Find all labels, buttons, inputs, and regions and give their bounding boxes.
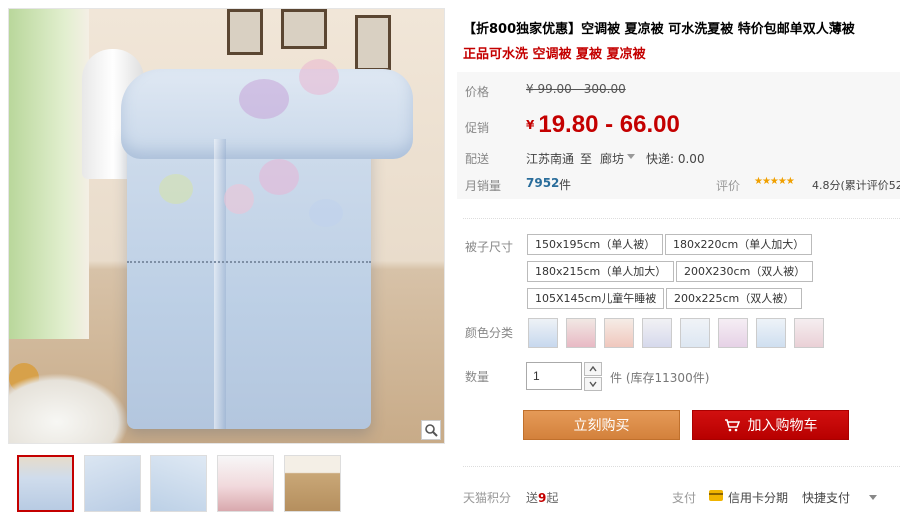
shipping-to-word: 至 — [580, 152, 593, 166]
monthly-sales-label: 月销量 — [465, 179, 502, 193]
size-option[interactable]: 180x215cm（单人加大） — [527, 261, 675, 282]
quilt-flower-pattern — [299, 59, 339, 95]
size-label: 被子尺寸 — [465, 240, 514, 254]
quilt-body — [127, 129, 371, 429]
quilt-stitch-line — [127, 261, 371, 263]
quilt-flower-pattern — [309, 199, 343, 227]
buy-now-button[interactable]: 立刻购买 — [523, 410, 680, 440]
stock-count: (库存11300件) — [625, 371, 710, 385]
currency-symbol: ¥ — [526, 118, 535, 132]
color-label: 颜色分类 — [465, 326, 514, 340]
points-prefix: 送 — [526, 491, 539, 505]
quantity-increase-button[interactable] — [584, 362, 602, 376]
product-title: 【折800独家优惠】空调被 夏凉被 可水洗夏被 特价包邮单双人薄被 — [463, 22, 855, 37]
size-option[interactable]: 105X145cm儿童午睡被 — [527, 288, 665, 309]
quantity-decrease-button[interactable] — [584, 377, 602, 391]
thumbnail-2[interactable] — [84, 455, 141, 512]
color-swatch[interactable] — [680, 318, 710, 348]
quilt-flower-pattern — [224, 184, 254, 214]
wall-picture-frame — [227, 9, 263, 55]
color-swatch[interactable] — [718, 318, 748, 348]
wall-picture-frame — [281, 9, 327, 49]
monthly-sales-count: 7952 — [526, 176, 560, 190]
divider — [463, 218, 900, 219]
thumbnail-4[interactable] — [217, 455, 274, 512]
product-subtitle: 正品可水洗 空调被 夏被 夏凉被 — [463, 47, 646, 62]
credit-card-icon — [709, 490, 723, 501]
rating-summary-link[interactable]: 4.8分(累计评价52 — [812, 177, 900, 193]
shipping-destination[interactable]: 廊坊 — [600, 150, 624, 167]
quilt-flower-pattern — [159, 174, 193, 204]
quilt-flower-pattern — [259, 159, 299, 195]
credit-card-installment-link[interactable]: 信用卡分期 — [728, 489, 788, 506]
buy-now-label: 立刻购买 — [573, 418, 630, 434]
main-product-image[interactable] — [8, 8, 445, 444]
shipping-origin: 江苏南通 — [526, 152, 575, 166]
color-swatch[interactable] — [528, 318, 558, 348]
quantity-input[interactable] — [526, 362, 582, 390]
rating-stars-icon: ★★★★★ — [754, 176, 795, 187]
payment-dropdown-icon[interactable] — [869, 495, 877, 500]
thumbnail-strip — [17, 455, 347, 513]
chevron-up-icon — [589, 366, 597, 372]
color-swatch[interactable] — [642, 318, 672, 348]
shipping-label: 配送 — [465, 152, 490, 166]
color-swatch[interactable] — [604, 318, 634, 348]
size-option[interactable]: 180x220cm（单人加大） — [665, 234, 813, 255]
points-label: 天猫积分 — [463, 491, 512, 505]
quantity-unit: 件 — [610, 371, 623, 385]
zoom-button[interactable] — [421, 420, 441, 440]
destination-dropdown-icon[interactable] — [627, 154, 635, 159]
thumbnail-1[interactable] — [17, 455, 74, 512]
stock-info: 件 (库存11300件) — [610, 369, 709, 386]
thumbnail-3[interactable] — [150, 455, 207, 512]
size-option[interactable]: 150x195cm（单人被） — [527, 234, 664, 255]
payment-label: 支付 — [672, 491, 697, 505]
color-swatch[interactable] — [794, 318, 824, 348]
thumbnail-5[interactable] — [284, 455, 341, 512]
wall-picture-frame — [355, 15, 391, 71]
rating-label: 评价 — [716, 179, 741, 193]
quilt-flower-pattern — [239, 79, 289, 119]
window-light — [9, 9, 89, 339]
quick-pay-link[interactable]: 快捷支付 — [802, 489, 850, 506]
floor-rug — [9, 373, 129, 443]
color-swatch[interactable] — [756, 318, 786, 348]
color-swatch[interactable] — [566, 318, 596, 348]
quilt-fold — [214, 139, 226, 429]
quantity-label: 数量 — [465, 370, 490, 384]
zoom-icon — [425, 424, 438, 437]
original-price: ¥ 99.00 - 300.00 — [526, 82, 626, 96]
shipping-express-fee: 快递: 0.00 — [646, 152, 705, 166]
size-option[interactable]: 200x225cm（双人被） — [666, 288, 803, 309]
add-to-cart-button[interactable]: 加入购物车 — [692, 410, 849, 440]
monthly-sales-unit: 件 — [559, 178, 572, 192]
promo-price-amount: 19.80 - 66.00 — [538, 111, 680, 138]
divider — [463, 466, 900, 467]
promo-price: ¥19.80 - 66.00 — [526, 111, 680, 139]
chevron-down-icon — [589, 381, 597, 387]
add-to-cart-label: 加入购物车 — [747, 418, 818, 434]
points-info: 送9起 — [526, 489, 558, 506]
points-suffix: 起 — [546, 491, 559, 505]
promo-price-label: 促销 — [465, 121, 490, 135]
original-price-label: 价格 — [465, 85, 490, 99]
cart-icon — [724, 419, 740, 432]
size-option[interactable]: 200X230cm（双人被） — [676, 261, 814, 282]
